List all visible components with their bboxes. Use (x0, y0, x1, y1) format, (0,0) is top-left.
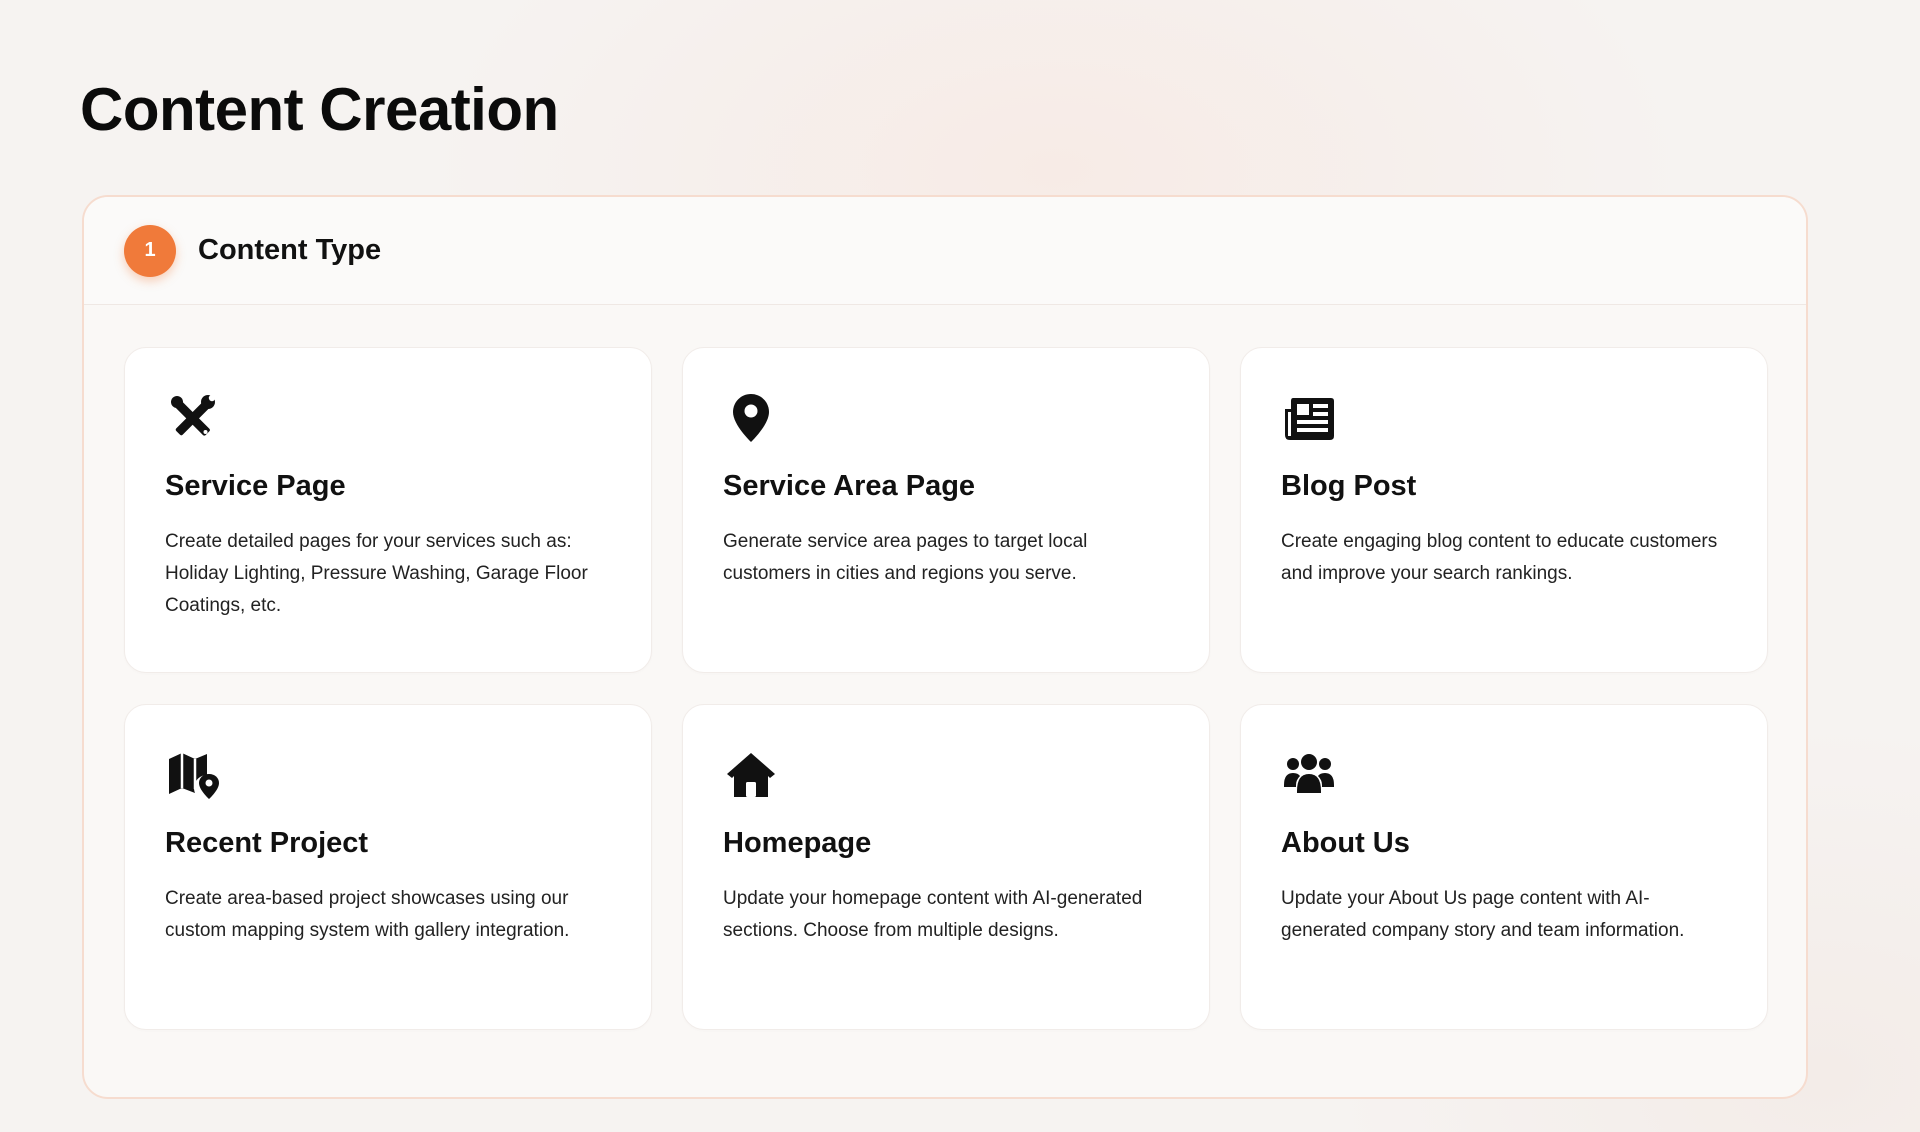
panel-header: 1 Content Type (84, 197, 1806, 305)
newspaper-icon (1281, 390, 1337, 446)
card-description: Update your homepage content with AI-gen… (723, 888, 1143, 941)
map-pin-icon (723, 390, 779, 446)
card-service-page[interactable]: Service Page Create detailed pages for y… (124, 347, 652, 673)
tools-icon (165, 390, 221, 446)
page-title: Content Creation (80, 76, 559, 143)
card-title: Recent Project (165, 827, 369, 859)
card-title: Blog Post (1281, 470, 1417, 502)
card-description: Generate service area pages to target lo… (723, 531, 1088, 584)
card-description: Update your About Us page content with A… (1281, 888, 1685, 941)
map-location-icon (165, 747, 221, 803)
content-type-panel: 1 Content Type Service Page Create detai… (82, 195, 1808, 1099)
card-description: Create engaging blog content to educate … (1281, 531, 1718, 584)
panel-title: Content Type (198, 234, 382, 266)
page: Content Creation 1 Content Type Service … (80, 0, 1810, 1132)
home-icon (723, 747, 779, 803)
card-title: Homepage (723, 827, 872, 859)
card-description: Create area-based project showcases usin… (165, 888, 570, 941)
users-icon (1281, 747, 1337, 803)
card-description: Create detailed pages for your services … (165, 531, 588, 616)
card-service-area-page[interactable]: Service Area Page Generate service area … (682, 347, 1210, 673)
card-recent-project[interactable]: Recent Project Create area-based project… (124, 704, 652, 1030)
card-homepage[interactable]: Homepage Update your homepage content wi… (682, 704, 1210, 1030)
card-title: Service Page (165, 470, 346, 502)
card-title: Service Area Page (723, 470, 976, 502)
step-number-badge: 1 (124, 224, 176, 277)
content-type-grid: Service Page Create detailed pages for y… (124, 347, 1768, 1030)
card-title: About Us (1281, 827, 1410, 859)
card-about-us[interactable]: About Us Update your About Us page conte… (1240, 704, 1768, 1030)
card-blog-post[interactable]: Blog Post Create engaging blog content t… (1240, 347, 1768, 673)
